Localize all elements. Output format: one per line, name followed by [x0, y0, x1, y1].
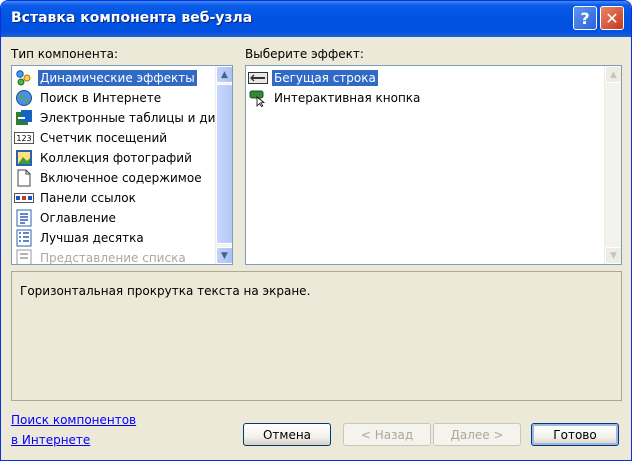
interactive-button-icon: [248, 89, 268, 107]
document-icon: [14, 169, 34, 187]
link-bar-icon: [14, 189, 34, 207]
counter-icon: 123: [14, 129, 34, 147]
help-button[interactable]: ?: [573, 6, 597, 30]
list-item-label: Включенное содержимое: [40, 171, 202, 185]
arrow-down-icon: ▼: [610, 250, 617, 261]
list-item-interactive-button[interactable]: Интерактивная кнопка: [248, 88, 422, 108]
window-title: Вставка компонента веб-узла: [11, 10, 253, 26]
finish-button-label: Готово: [553, 427, 597, 442]
list-item-label: Электронные таблицы и ди: [40, 111, 216, 125]
spreadsheet-icon: [14, 109, 34, 127]
list-item-label: Лучшая десятка: [40, 231, 144, 245]
finish-button[interactable]: Готово: [531, 423, 619, 446]
list-item-spreadsheets[interactable]: Электронные таблицы и ди: [14, 108, 217, 128]
list-item-dynamic-effects[interactable]: Динамические эффекты: [14, 68, 197, 88]
scroll-down-button[interactable]: ▼: [216, 247, 232, 264]
dynamic-effects-icon: [14, 69, 34, 87]
list-item-included-content[interactable]: Включенное содержимое: [14, 168, 204, 188]
find-components-link-line2[interactable]: в Интернете: [11, 433, 90, 447]
find-components-link[interactable]: Поиск компонентов: [11, 413, 136, 427]
description-box: Горизонтальная прокрутка текста на экран…: [11, 271, 622, 401]
list-item-label: Представление списка: [40, 251, 186, 265]
arrow-down-icon: ▼: [221, 250, 228, 261]
list-item-label: Коллекция фотографий: [40, 151, 192, 165]
list-item-web-search[interactable]: Поиск в Интернете: [14, 88, 163, 108]
help-icon: ?: [580, 8, 590, 28]
insert-web-component-dialog: Вставка компонента веб-узла ? ✕ Тип комп…: [0, 0, 632, 461]
list-item-label: Интерактивная кнопка: [274, 91, 421, 105]
list-item-label: Панели ссылок: [40, 191, 136, 205]
choose-effect-label: Выберите эффект:: [245, 47, 364, 61]
component-type-label: Тип компонента:: [11, 47, 119, 61]
scroll-thumb[interactable]: [216, 84, 232, 244]
list-item-marquee[interactable]: Бегущая строка: [248, 68, 378, 88]
list-item-photo-gallery[interactable]: Коллекция фотографий: [14, 148, 194, 168]
marquee-icon: [248, 69, 268, 87]
arrow-up-icon: ▲: [610, 69, 617, 80]
scroll-up-button[interactable]: ▲: [216, 66, 232, 83]
list-item-label: Бегущая строка: [272, 70, 378, 86]
list-item-table-of-contents[interactable]: Оглавление: [14, 208, 118, 228]
next-button-label: Далее >: [450, 427, 504, 442]
component-type-list[interactable]: Динамические эффекты Поиск в Интернете Э…: [11, 65, 233, 265]
list-item-hit-counter[interactable]: 123 Счетчик посещений: [14, 128, 169, 148]
next-button[interactable]: Далее >: [433, 423, 521, 446]
component-list-scrollbar[interactable]: ▲ ▼: [215, 66, 232, 264]
scroll-down-button[interactable]: ▼: [605, 247, 621, 264]
title-bar[interactable]: Вставка компонента веб-узла ? ✕: [1, 1, 631, 37]
list-item-top-ten[interactable]: Лучшая десятка: [14, 228, 146, 248]
list-item-label: Счетчик посещений: [40, 131, 168, 145]
description-text: Горизонтальная прокрутка текста на экран…: [20, 284, 311, 298]
effect-list[interactable]: Бегущая строка Интерактивная кнопка ▲ ▼: [245, 65, 622, 265]
list-item-list-view[interactable]: Представление списка: [14, 248, 188, 265]
close-button[interactable]: ✕: [600, 6, 624, 30]
close-icon: ✕: [605, 8, 619, 28]
cancel-button[interactable]: Отмена: [243, 423, 331, 446]
effect-list-scrollbar[interactable]: ▲ ▼: [604, 66, 621, 264]
top-ten-icon: [14, 229, 34, 247]
globe-icon: [14, 89, 34, 107]
table-of-contents-icon: [14, 209, 34, 227]
photo-gallery-icon: [14, 149, 34, 167]
list-item-label: Поиск в Интернете: [40, 91, 162, 105]
list-item-label: Оглавление: [40, 211, 116, 225]
list-view-icon: [14, 249, 34, 264]
back-button-label: < Назад: [360, 427, 414, 442]
arrow-up-icon: ▲: [221, 69, 228, 80]
svg-text:123: 123: [16, 134, 31, 143]
list-item-label: Динамические эффекты: [38, 70, 197, 86]
list-item-link-bars[interactable]: Панели ссылок: [14, 188, 138, 208]
scroll-up-button[interactable]: ▲: [605, 66, 621, 83]
back-button[interactable]: < Назад: [343, 423, 431, 446]
cancel-button-label: Отмена: [262, 427, 312, 442]
